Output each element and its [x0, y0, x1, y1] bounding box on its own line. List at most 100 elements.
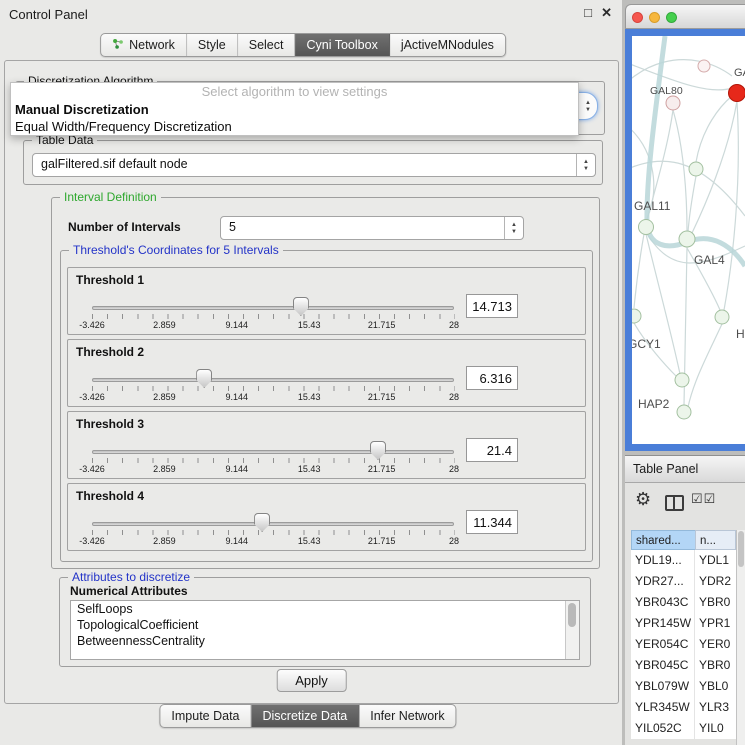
number-of-intervals-label: Number of Intervals	[68, 220, 181, 234]
threshold-4-input[interactable]: 11.344	[466, 510, 518, 534]
node-gal4[interactable]	[679, 231, 695, 247]
minimize-traffic-light[interactable]	[649, 12, 660, 23]
tab-select-label: Select	[249, 38, 284, 52]
cell: YLR345W	[631, 697, 695, 718]
table-row[interactable]: YBL079W YBL0	[631, 676, 736, 697]
list-item[interactable]: TopologicalCoefficient	[71, 617, 579, 633]
table-row[interactable]: YDR27... YDR2	[631, 571, 736, 592]
node[interactable]	[698, 60, 710, 72]
tick-label: 15.43	[298, 536, 321, 546]
column-header-name[interactable]: n...	[695, 530, 736, 550]
scrollbar-thumb[interactable]	[738, 531, 744, 567]
algorithm-placeholder: Select algorithm to view settings	[11, 83, 578, 101]
slider-ticks	[92, 386, 455, 391]
table-row[interactable]: YER054C YER0	[631, 634, 736, 655]
algorithm-option-equal-width[interactable]: Equal Width/Frequency Discretization	[11, 118, 578, 135]
threshold-1-slider[interactable]: -3.426 2.859 9.144 15.43 21.715 28	[92, 268, 454, 334]
cell: YER0	[695, 634, 736, 655]
threshold-1-input[interactable]: 14.713	[466, 294, 518, 318]
table-data-value: galFiltered.sif default node	[33, 154, 595, 174]
tick-label: 15.43	[298, 464, 321, 474]
node-label-hap2: HAP2	[638, 397, 670, 411]
close-icon[interactable]: ✕	[601, 5, 612, 21]
threshold-2-input[interactable]: 6.316	[466, 366, 518, 390]
tick-label: 21.715	[368, 392, 396, 402]
tab-impute-data-label: Impute Data	[171, 709, 239, 723]
tab-infer-network[interactable]: Infer Network	[359, 705, 455, 727]
scrollbar-thumb[interactable]	[568, 603, 576, 627]
slider-track[interactable]	[92, 378, 454, 382]
node-hap2[interactable]	[675, 373, 689, 387]
interval-definition-label: Interval Definition	[60, 190, 161, 204]
table-data-combobox[interactable]: galFiltered.sif default node ▲▼	[32, 153, 596, 177]
node-gal11[interactable]	[639, 220, 654, 235]
list-scrollbar[interactable]	[565, 601, 579, 659]
tab-jactivemnodules[interactable]: jActiveMNodules	[390, 34, 505, 56]
tick-label: 28	[449, 536, 459, 546]
network-view-frame: GAL80 GA GAL11 GAL4 GCY1 H HAP2	[625, 29, 745, 451]
network-window-titlebar[interactable]	[625, 4, 745, 29]
algorithm-option-manual[interactable]: Manual Discretization	[11, 101, 578, 118]
cyni-toolbox-pane: Discretization Algorithm ▲▼ Table Data g…	[4, 60, 619, 704]
tick-label: 15.43	[298, 392, 321, 402]
list-item[interactable]: SelfLoops	[71, 601, 579, 617]
threshold-2-panel: Threshold 2 -3.426 2.859 9.144 15.43 21.…	[67, 339, 586, 407]
table-row[interactable]: YLR345W YLR3	[631, 697, 736, 718]
column-header-shared-name[interactable]: shared...	[631, 530, 695, 550]
select-columns-icons[interactable]: ☑☑	[691, 491, 716, 507]
table-panel-title: Table Panel	[625, 456, 745, 482]
slider-ticks	[92, 458, 455, 463]
node-label-gal11: GAL11	[634, 199, 671, 213]
node-table: shared... n... YDL19... YDL1 YDR27... YD…	[631, 530, 736, 739]
apply-button[interactable]: Apply	[276, 669, 347, 692]
number-of-intervals-value: 5	[221, 217, 523, 237]
table-header-row: shared... n...	[631, 530, 736, 550]
table-row[interactable]: YIL052C YIL0	[631, 718, 736, 739]
threshold-2-slider[interactable]: -3.426 2.859 9.144 15.43 21.715 28	[92, 340, 454, 406]
list-item[interactable]: BetweennessCentrality	[71, 633, 579, 649]
node-label-gal4: GAL4	[694, 253, 725, 267]
tick-label: 28	[449, 464, 459, 474]
slider-track[interactable]	[92, 450, 454, 454]
dropdown-arrows-icon: ▲▼	[504, 217, 523, 239]
columns-icon[interactable]	[665, 495, 684, 511]
node[interactable]	[715, 310, 729, 324]
tab-cyni-toolbox-label: Cyni Toolbox	[306, 38, 377, 52]
close-traffic-light[interactable]	[632, 12, 643, 23]
tab-cyni-toolbox[interactable]: Cyni Toolbox	[295, 34, 389, 56]
cell: YBL0	[695, 676, 736, 697]
node-highlighted[interactable]	[729, 85, 745, 102]
node-label-gal80: GAL80	[650, 85, 683, 97]
table-row[interactable]: YPR145W YPR1	[631, 613, 736, 634]
thresholds-group: Threshold's Coordinates for 5 Intervals …	[60, 250, 593, 562]
number-of-intervals-combobox[interactable]: 5 ▲▼	[220, 216, 524, 240]
table-row[interactable]: YBR045C YBR0	[631, 655, 736, 676]
network-canvas[interactable]: GAL80 GA GAL11 GAL4 GCY1 H HAP2	[632, 36, 745, 444]
tick-label: 2.859	[153, 536, 176, 546]
tab-network[interactable]: Network	[101, 34, 187, 56]
node[interactable]	[677, 405, 691, 419]
float-window-icon[interactable]: □	[584, 5, 592, 20]
threshold-4-panel: Threshold 4 -3.426 2.859 9.144 15.43 21.…	[67, 483, 586, 551]
threshold-3-input[interactable]: 21.4	[466, 438, 518, 462]
tab-discretize-data[interactable]: Discretize Data	[252, 705, 360, 727]
zoom-traffic-light[interactable]	[666, 12, 677, 23]
tab-select[interactable]: Select	[238, 34, 296, 56]
tab-style[interactable]: Style	[187, 34, 238, 56]
node-gcy1[interactable]	[632, 309, 641, 323]
gear-icon[interactable]: ⚙	[635, 489, 651, 510]
tab-impute-data[interactable]: Impute Data	[160, 705, 251, 727]
cell: YPR1	[695, 613, 736, 634]
attributes-group: Attributes to discretize Numerical Attri…	[59, 577, 591, 667]
node[interactable]	[689, 162, 703, 176]
slider-track[interactable]	[92, 522, 454, 526]
table-row[interactable]: YBR043C YBR0	[631, 592, 736, 613]
thick-edge	[647, 36, 745, 266]
table-row[interactable]: YDL19... YDL1	[631, 550, 736, 571]
node-gal80[interactable]	[666, 96, 680, 110]
slider-track[interactable]	[92, 306, 454, 310]
threshold-3-slider[interactable]: -3.426 2.859 9.144 15.43 21.715 28	[92, 412, 454, 478]
table-scrollbar[interactable]	[736, 530, 745, 745]
threshold-4-slider[interactable]: -3.426 2.859 9.144 15.43 21.715 28	[92, 484, 454, 550]
tick-label: -3.426	[79, 536, 105, 546]
